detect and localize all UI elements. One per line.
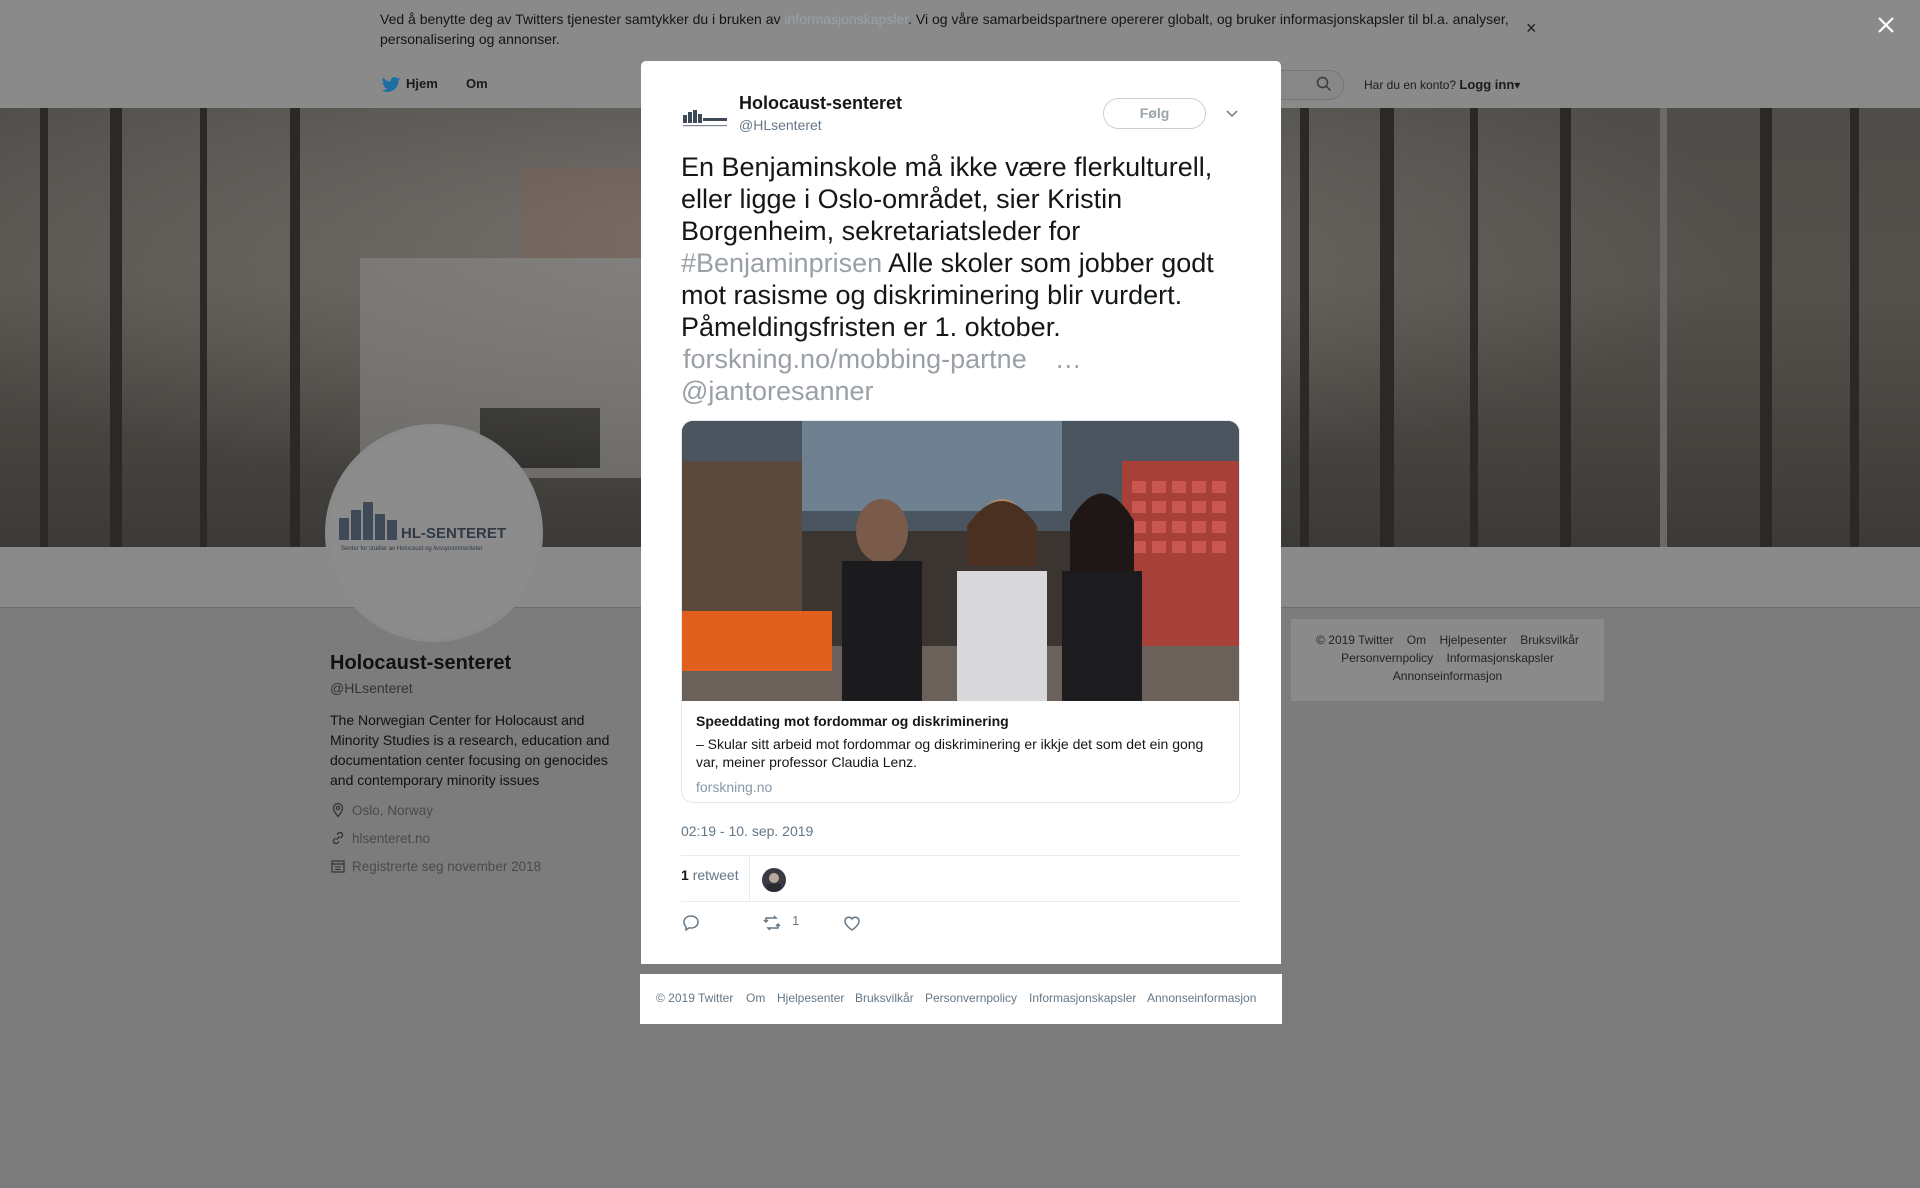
retweet-label: retweet	[692, 867, 739, 883]
footer-help-link[interactable]: Hjelpesenter	[777, 991, 844, 1005]
link-icon	[332, 831, 344, 845]
retweet-icon[interactable]	[762, 913, 782, 933]
banner-tree	[1470, 108, 1478, 547]
footer-cookies-link[interactable]: Informasjonskapsler	[1029, 991, 1136, 1005]
retweet-count: 1	[681, 867, 689, 883]
author-avatar[interactable]	[681, 105, 729, 131]
twitter-bird-icon[interactable]	[380, 75, 402, 95]
nav-home-link[interactable]: Hjem	[406, 76, 438, 91]
tweet-text: En Benjaminskole må ikke være flerkultur…	[681, 151, 1246, 407]
cookie-text-before: Ved å benytte deg av Twitters tjenester …	[380, 11, 785, 27]
hashtag-link[interactable]: #Benjaminprisen	[681, 248, 882, 278]
footer-terms-link[interactable]: Bruksvilkår	[1520, 633, 1579, 647]
search-icon[interactable]	[1316, 76, 1332, 92]
sidebar-footer-row: Annonseinformasjon	[1291, 667, 1604, 685]
close-icon[interactable]	[1873, 12, 1899, 38]
hl-senteret-logo: HL-SENTERET Senter for studier av Holoca…	[339, 502, 506, 552]
profile-website-link[interactable]: hlsenteret.no	[352, 831, 430, 846]
url-ellipsis: …	[1054, 344, 1082, 374]
footer-ads-info-link[interactable]: Annonseinformasjon	[1147, 991, 1256, 1005]
banner-tree	[1850, 108, 1859, 547]
footer-copyright: © 2019 Twitter	[1316, 633, 1394, 647]
banner-tree	[1560, 108, 1571, 547]
login-link[interactable]: Logg inn	[1459, 77, 1514, 92]
banner-tree	[1380, 108, 1394, 547]
profile-joined: Registrerte seg november 2018	[330, 858, 541, 874]
profile-bio: The Norwegian Center for Holocaust and M…	[330, 712, 610, 788]
cookie-policy-link[interactable]: informasjonskapsler	[784, 11, 908, 27]
chevron-down-icon[interactable]	[1224, 105, 1240, 121]
svg-text:HL-SENTERET: HL-SENTERET	[401, 525, 506, 542]
footer-privacy-link[interactable]: Personvernpolicy	[925, 991, 1017, 1005]
footer-copyright: © 2019 Twitter	[656, 991, 734, 1005]
retweet-action-count: 1	[792, 913, 800, 928]
profile-joined-text: Registrerte seg november 2018	[352, 859, 542, 874]
profile-location-text: Oslo, Norway	[352, 803, 434, 818]
retweet-stats[interactable]: 1 retweet	[681, 867, 739, 883]
cookie-banner: Ved å benytte deg av Twitters tjenester …	[0, 0, 1920, 62]
footer-cookies-link[interactable]: Informasjonskapsler	[1447, 651, 1554, 665]
footer-about-link[interactable]: Om	[746, 991, 765, 1005]
banner-tree	[200, 108, 207, 547]
banner-tree	[110, 108, 122, 547]
stats-divider-top	[681, 855, 1240, 856]
banner-tree	[1760, 108, 1772, 547]
footer-terms-link[interactable]: Bruksvilkår	[855, 991, 914, 1005]
sidebar-footer: © 2019 Twitter Om Hjelpesenter Bruksvilk…	[1291, 619, 1604, 701]
tweet-timestamp[interactable]: 02:19 - 10. sep. 2019	[681, 823, 813, 839]
tweet-text-part: En Benjaminskole må ikke være flerkultur…	[681, 152, 1213, 246]
card-title: Speeddating mot fordommar og diskriminer…	[696, 713, 1009, 729]
follow-button[interactable]: Følg	[1103, 98, 1206, 129]
cookie-close-icon[interactable]: ×	[1526, 18, 1537, 38]
footer-about-link[interactable]: Om	[1407, 633, 1426, 647]
svg-text:Senter for studier av Holocaus: Senter for studier av Holocaust og livss…	[341, 546, 483, 552]
card-description: – Skular sitt arbeid mot fordommar og di…	[696, 736, 1204, 770]
modal-footer: © 2019 Twitter Om Hjelpesenter Bruksvilk…	[640, 974, 1282, 1024]
footer-privacy-link[interactable]: Personvernpolicy	[1341, 651, 1433, 665]
footer-help-link[interactable]: Hjelpesenter	[1439, 633, 1506, 647]
footer-ads-info-link[interactable]: Annonseinformasjon	[1393, 669, 1502, 683]
profile-avatar[interactable]: HL-SENTERET Senter for studier av Holoca…	[325, 424, 543, 642]
banner-tree	[1300, 108, 1309, 547]
author-name[interactable]: Holocaust-senteret	[739, 93, 902, 114]
profile-website[interactable]: hlsenteret.no	[330, 830, 430, 846]
account-question-text: Har du en konto?	[1364, 78, 1457, 92]
tweet-modal: Holocaust-senteret @HLsenteret Følg En B…	[641, 61, 1281, 964]
chevron-down-icon[interactable]: ▾	[1514, 78, 1520, 92]
card-domain: forskning.no	[696, 779, 773, 795]
calendar-icon	[331, 860, 345, 873]
heart-icon[interactable]	[842, 913, 862, 933]
profile-handle[interactable]: @HLsenteret	[330, 680, 413, 696]
nav-about-link[interactable]: Om	[466, 76, 488, 91]
cookie-banner-text: Ved å benytte deg av Twitters tjenester …	[380, 9, 1520, 49]
retweeter-avatar[interactable]	[762, 868, 786, 892]
profile-name[interactable]: Holocaust-senteret	[330, 652, 511, 675]
sidebar-footer-row: © 2019 Twitter Om Hjelpesenter Bruksvilk…	[1291, 631, 1604, 649]
link-preview-card[interactable]: Speeddating mot fordommar og diskriminer…	[681, 420, 1240, 803]
banner-tree	[290, 108, 300, 547]
login-prompt: Har du en konto? Logg inn▾	[1364, 77, 1520, 92]
author-handle[interactable]: @HLsenteret	[739, 117, 822, 133]
sidebar-footer-row: Personvernpolicy Informasjonskapsler	[1291, 649, 1604, 667]
location-pin-icon	[332, 802, 344, 818]
tweet-url-link[interactable]: forskning.no/mobbing-partne	[683, 344, 1027, 374]
banner-tree	[40, 108, 48, 547]
stats-divider-bottom	[681, 901, 1240, 902]
stats-separator	[749, 855, 750, 901]
banner-tree	[1660, 108, 1667, 547]
card-image	[682, 421, 1239, 701]
reply-icon[interactable]	[681, 913, 701, 933]
mention-link[interactable]: @jantoresanner	[681, 376, 874, 406]
profile-location: Oslo, Norway	[330, 802, 433, 818]
